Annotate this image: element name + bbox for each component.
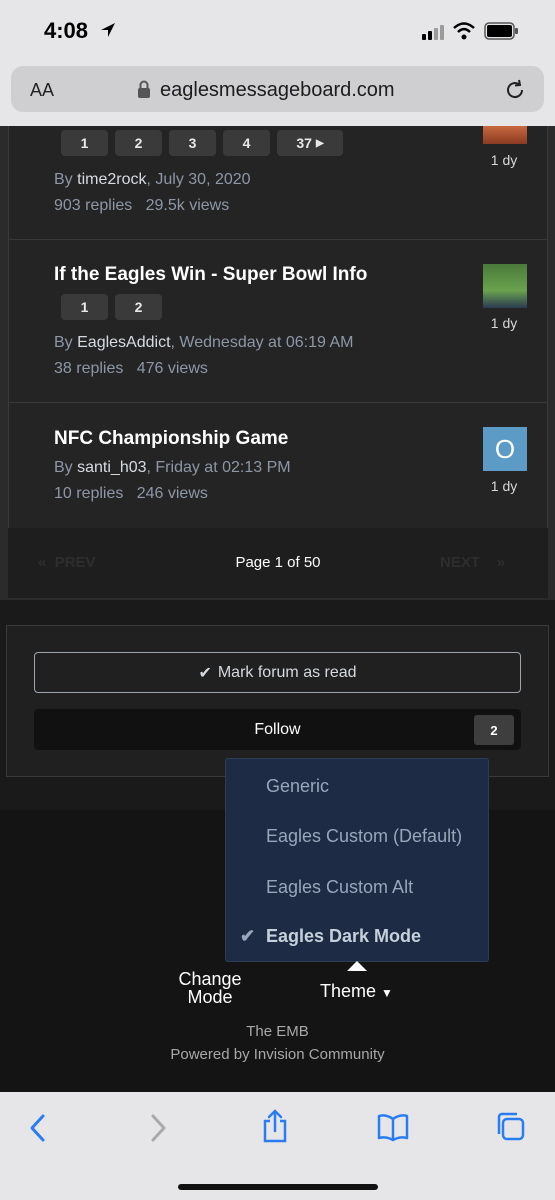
forward-icon[interactable] <box>146 1112 170 1144</box>
cellular-signal-icon <box>422 25 444 40</box>
wifi-icon <box>453 22 475 40</box>
location-arrow-icon <box>101 23 115 37</box>
theme-option-eagles-custom-alt[interactable]: Eagles Custom Alt <box>226 862 490 912</box>
caret-right-icon: ▶ <box>315 137 324 149</box>
theme-option-eagles-custom-default[interactable]: Eagles Custom (Default) <box>226 811 490 861</box>
text-size-button[interactable]: AA <box>30 80 54 101</box>
post-date: , July 30, 2020 <box>146 171 251 188</box>
caret-down-icon: ▼ <box>381 986 393 1000</box>
menu-pointer <box>347 961 367 971</box>
status-time: 4:08 <box>44 18 89 43</box>
back-icon[interactable] <box>26 1112 50 1144</box>
view-count: 476 views <box>136 360 208 377</box>
next-label: NEXT <box>440 554 481 571</box>
pagination: « PREV Page 1 of 50 NEXT » <box>8 528 548 598</box>
reply-count: 10 replies <box>54 485 124 502</box>
page-link[interactable]: 4 <box>223 130 270 156</box>
by-label: By <box>54 459 78 476</box>
page-link-label: 37 <box>296 135 312 151</box>
follow-button[interactable]: Follow <box>34 709 521 750</box>
theme-option-label: Eagles Custom Alt <box>266 876 414 897</box>
site-name: The EMB <box>246 1023 309 1040</box>
avatar[interactable]: O <box>483 427 527 471</box>
last-activity: 1 dy <box>490 315 518 331</box>
forum-actions <box>6 625 549 777</box>
follow-label: Follow <box>254 720 301 738</box>
post-date: , Friday at 02:13 PM <box>146 459 291 476</box>
theme-menu: Generic Eagles Custom (Default) Eagles C… <box>225 758 489 962</box>
theme-option-generic[interactable]: Generic <box>226 761 490 811</box>
tabs-icon[interactable] <box>494 1110 526 1144</box>
post-date: , Wednesday at 06:19 AM <box>170 334 354 351</box>
home-indicator <box>178 1184 378 1190</box>
avatar[interactable] <box>483 126 527 144</box>
topic-stats: 903 replies 29.5k views <box>54 197 229 215</box>
lock-icon <box>138 80 150 98</box>
chevron-right-icon: » <box>496 554 506 571</box>
author-link[interactable]: santi_h03 <box>77 459 146 476</box>
reply-count: 38 replies <box>54 360 124 377</box>
theme-button[interactable]: Theme ▼ <box>320 981 393 1002</box>
avatar[interactable] <box>483 264 527 308</box>
divider <box>8 239 548 240</box>
view-count: 246 views <box>136 485 208 502</box>
change-mode-label: Mode <box>187 987 233 1007</box>
page-link[interactable]: 1 <box>61 130 108 156</box>
topic-title[interactable]: NFC Championship Game <box>54 428 288 450</box>
next-page-button[interactable]: NEXT » <box>440 554 505 571</box>
check-icon: ✔ <box>198 664 212 682</box>
reply-count: 903 replies <box>54 197 133 214</box>
page-link[interactable]: 2 <box>115 294 162 320</box>
view-count: 29.5k views <box>145 197 230 214</box>
theme-option-label: Eagles Custom (Default) <box>266 825 463 846</box>
follower-count-badge[interactable]: 2 <box>474 715 514 745</box>
author-link[interactable]: EaglesAddict <box>77 334 170 351</box>
author-link[interactable]: time2rock <box>77 171 146 188</box>
last-activity: 1 dy <box>490 478 518 494</box>
page-link[interactable]: 3 <box>169 130 216 156</box>
divider <box>8 402 548 403</box>
share-icon[interactable] <box>260 1108 290 1144</box>
theme-option-label: Generic <box>266 775 330 796</box>
url-text[interactable]: eaglesmessageboard.com <box>160 79 395 102</box>
page-link[interactable]: 1 <box>61 294 108 320</box>
theme-option-eagles-dark-mode[interactable]: ✔ Eagles Dark Mode <box>226 911 490 961</box>
topic-title[interactable]: If the Eagles Win - Super Bowl Info <box>54 264 367 286</box>
reload-icon[interactable] <box>503 78 527 102</box>
change-mode-link[interactable]: Change Mode <box>170 970 250 1006</box>
by-label: By <box>54 334 78 351</box>
topic-author-line: By EaglesAddict, Wednesday at 06:19 AM <box>54 334 353 352</box>
theme-option-label: Eagles Dark Mode <box>266 925 422 946</box>
topic-author-line: By time2rock, July 30, 2020 <box>54 171 251 189</box>
powered-by[interactable]: Powered by Invision Community <box>0 1046 555 1063</box>
last-page-link[interactable]: 37 ▶ <box>277 130 343 156</box>
topic-stats: 38 replies 476 views <box>54 360 208 378</box>
topic-author-line: By santi_h03, Friday at 02:13 PM <box>54 459 291 477</box>
page-link[interactable]: 2 <box>115 130 162 156</box>
mark-read-label: Mark forum as read <box>217 663 357 681</box>
last-activity: 1 dy <box>490 152 518 168</box>
theme-label: Theme <box>320 981 377 1001</box>
change-mode-label: Change <box>178 969 242 989</box>
bookmarks-icon[interactable] <box>376 1112 410 1142</box>
by-label: By <box>54 171 78 188</box>
battery-icon <box>484 22 518 40</box>
check-icon: ✔ <box>240 925 256 946</box>
mark-read-button[interactable]: ✔ Mark forum as read <box>34 652 521 693</box>
topic-stats: 10 replies 246 views <box>54 485 208 503</box>
